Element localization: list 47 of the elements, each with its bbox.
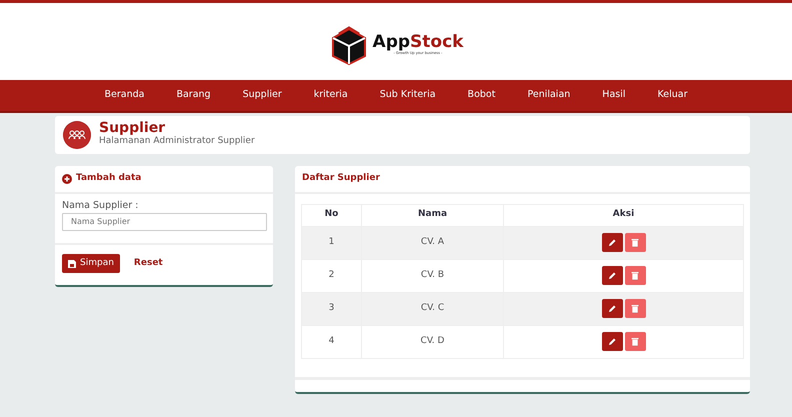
- save-button[interactable]: Simpan: [62, 254, 120, 274]
- delete-button[interactable]: [624, 232, 646, 252]
- edit-button[interactable]: [602, 266, 622, 285]
- nav-link[interactable]: Barang: [160, 88, 227, 103]
- column-header: No: [302, 204, 362, 226]
- nav-link[interactable]: Hasil: [586, 88, 642, 103]
- table-cell: CV. D: [362, 325, 504, 358]
- page-title: Supplier: [99, 121, 166, 136]
- trash-icon: [631, 336, 639, 346]
- table-cell: 1: [302, 226, 362, 259]
- pencil-icon: [608, 270, 616, 280]
- table-cell: 3: [302, 292, 362, 325]
- trash-icon: [631, 270, 639, 280]
- table-cell: CV. A: [362, 226, 504, 259]
- pencil-icon: [608, 304, 616, 313]
- nav-link[interactable]: Supplier: [226, 88, 298, 103]
- edit-button[interactable]: [602, 332, 622, 351]
- brand-name: AppStock: [372, 34, 464, 51]
- pencil-icon: [608, 238, 616, 247]
- table-cell: CV. B: [362, 259, 504, 292]
- table-cell: 4: [302, 325, 362, 358]
- delete-button[interactable]: [624, 332, 646, 351]
- panel-title: Tambah data: [76, 172, 142, 185]
- supplier-name-field[interactable]: Nama Supplier: [62, 212, 267, 231]
- edit-button[interactable]: [602, 232, 622, 252]
- nav-link[interactable]: Sub Kriteria: [364, 88, 452, 103]
- trash-icon: [631, 238, 639, 247]
- nav-link[interactable]: kriteria: [298, 88, 364, 103]
- delete-button[interactable]: [624, 298, 646, 318]
- table-cell: CV. C: [362, 292, 504, 325]
- nav-link[interactable]: Beranda: [88, 88, 160, 103]
- trash-icon: [631, 304, 639, 313]
- delete-button[interactable]: [624, 266, 646, 285]
- nav-link[interactable]: Penilaian: [511, 88, 586, 103]
- users-icon: [63, 121, 91, 149]
- field-label: Nama Supplier :: [62, 198, 140, 212]
- table-cell: 2: [302, 259, 362, 292]
- page-subtitle: Halamanan Administrator Supplier: [99, 135, 255, 148]
- nav-link[interactable]: Keluar: [642, 88, 704, 103]
- column-header: Nama: [362, 204, 504, 226]
- edit-button[interactable]: [602, 298, 622, 318]
- column-header: Aksi: [504, 204, 744, 226]
- reset-button[interactable]: Reset: [128, 256, 169, 272]
- nav-link[interactable]: Bobot: [452, 88, 512, 103]
- panel-title: Daftar Supplier: [295, 166, 750, 194]
- pencil-icon: [608, 336, 616, 346]
- plus-circle-icon: [62, 174, 72, 184]
